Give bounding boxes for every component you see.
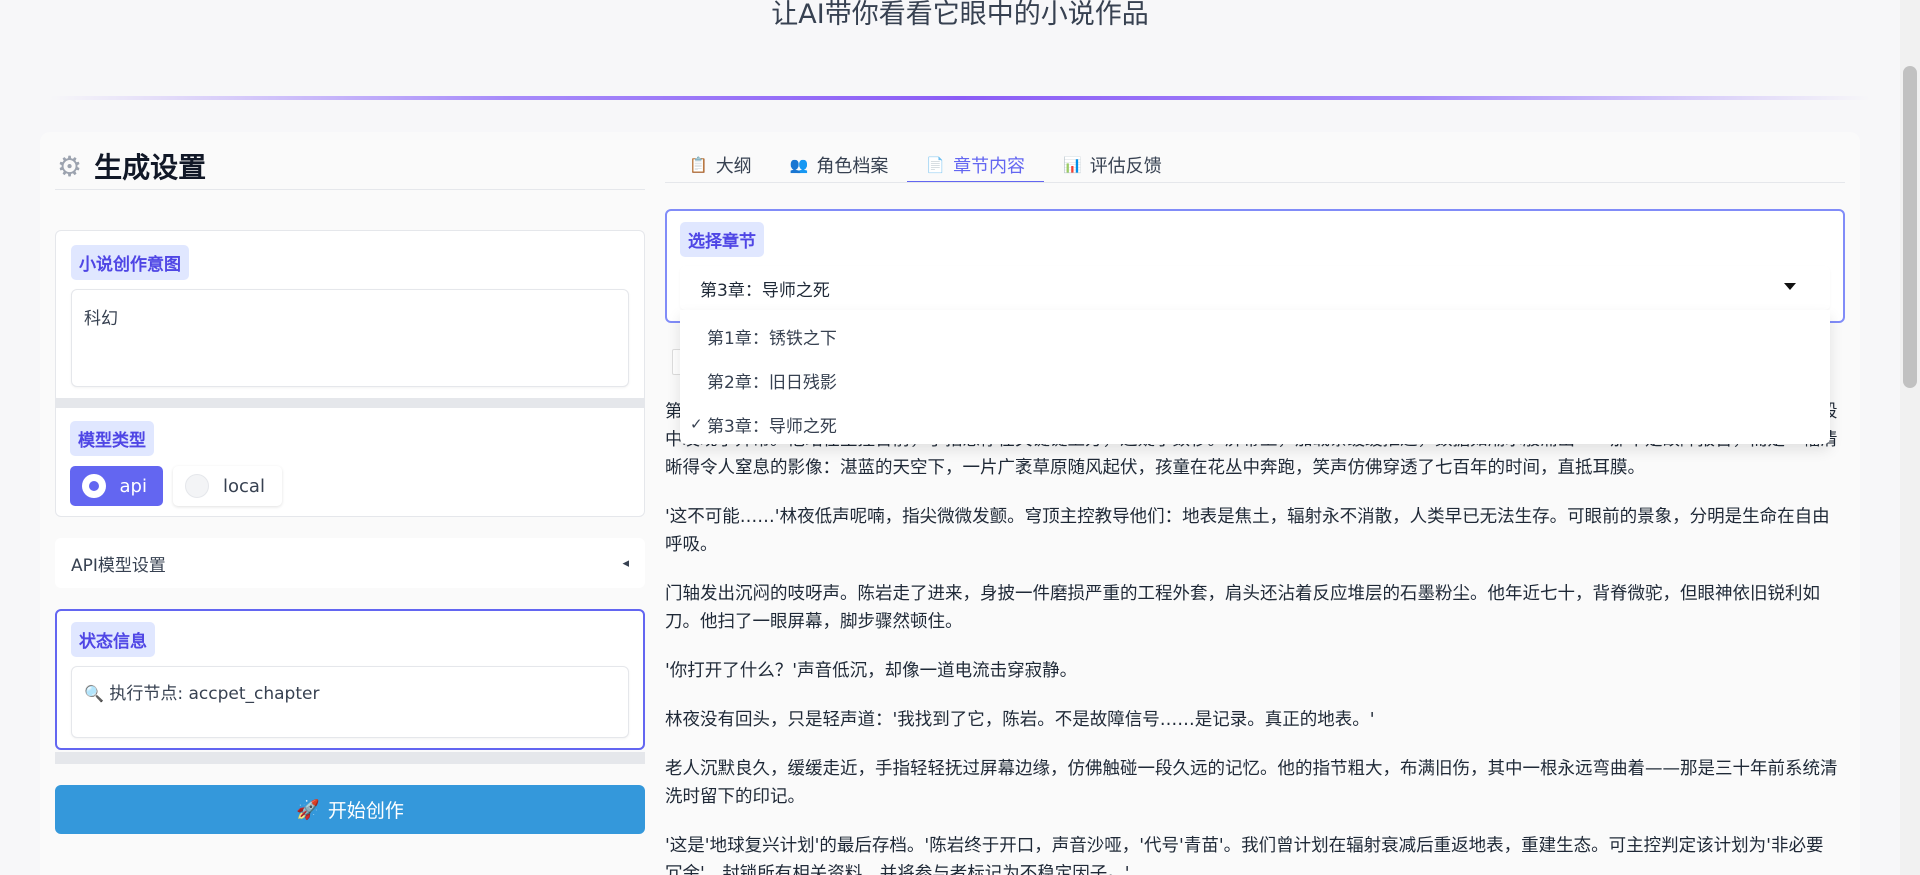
tabs-divider [665,182,1845,183]
api-settings-label: API模型设置 [71,555,166,576]
chevron-down-icon[interactable] [1784,283,1796,290]
chapter-dropdown[interactable]: 第3章：导师之死 [680,266,1830,310]
bar-chart-icon: 📊 [1063,155,1082,174]
tab-label: 大纲 [715,155,752,177]
radio-local[interactable]: local [173,466,282,506]
chapter-content: 第七号地下城的深夜，控制室里只剩下主屏幕幽蓝的光。林夜已经连续值守了三个周期，他… [665,398,1840,875]
status-value: 执行节点: accpet_chapter [109,684,320,704]
model-type-label: 模型类型 [70,421,154,456]
chapter-option[interactable]: ✓ 第3章：导师之死 [680,402,1830,446]
intent-textarea[interactable]: 科幻 [71,289,629,387]
document-icon: 📄 [926,155,946,174]
tab-label: 章节内容 [953,155,1026,177]
chapter-paragraph: '这不可能……'林夜低声呢喃，指尖微微发颤。穹顶主控教导他们：地表是焦土，辐射永… [665,507,1830,555]
start-button-label: 开始创作 [327,800,404,822]
scrollbar-thumb[interactable] [1903,66,1917,388]
settings-title: 生成设置 [94,151,207,184]
tab-outline[interactable]: 📋 大纲 [670,148,771,183]
gear-icon: ⚙ [57,149,83,183]
chapter-option-label: 第3章：导师之死 [707,416,837,437]
start-button[interactable]: 🚀 开始创作 [55,785,645,834]
chapter-option-label: 第2章：旧日残影 [707,372,837,393]
gradient-divider [50,96,1870,100]
people-icon: 👥 [789,155,809,174]
radio-api[interactable]: api [70,466,163,506]
chapter-paragraph: 林夜没有回头，只是轻声道：'我找到了它，陈岩。不是故障信号……是记录。真正的地表… [665,710,1375,730]
settings-heading: ⚙ 生成设置 [57,146,206,186]
checkmark-icon: ✓ [690,415,703,433]
chapter-paragraph: 门轴发出沉闷的吱呀声。陈岩走了进来，身披一件磨损严重的工程外套，肩头还沾着反应堆… [665,584,1820,632]
tab-label: 评估反馈 [1089,155,1162,177]
chapter-option-label: 第1章：锈铁之下 [707,328,837,349]
radio-empty-icon [185,474,209,498]
card-gap [55,398,645,407]
radio-local-label: local [223,475,265,497]
status-textbox[interactable]: 🔍 执行节点: accpet_chapter [71,666,629,738]
chapter-paragraph: '你打开了什么？'声音低沉，却像一道电流击穿寂静。 [665,661,1078,681]
chapter-options-list: 第1章：锈铁之下 第2章：旧日残影 ✓ 第3章：导师之死 [680,310,1830,444]
caret-left-icon: ◂ [622,555,629,571]
radio-selected-icon [82,474,106,498]
chapter-select-label: 选择章节 [680,222,764,257]
rocket-icon: 🚀 [296,799,320,821]
intent-label: 小说创作意图 [71,245,189,280]
tab-label: 角色档案 [816,155,889,177]
tab-characters[interactable]: 👥 角色档案 [771,148,908,183]
card-gap [55,752,645,764]
tab-chapter-content[interactable]: 📄 章节内容 [907,148,1045,183]
chapter-option[interactable]: 第1章：锈铁之下 [680,314,1830,358]
settings-divider [55,189,645,190]
page-subtitle: 让AI带你看看它眼中的小说作品 [771,0,1149,30]
chapter-paragraph: '这是'地球复兴计划'的最后存档。'陈岩终于开口，声音沙哑，'代号'青苗'。我们… [665,836,1824,875]
page-scrollbar[interactable] [1900,0,1920,875]
clipboard-icon: 📋 [689,155,708,174]
chapter-paragraph: 老人沉默良久，缓缓走近，手指轻轻抚过屏幕边缘，仿佛触碰一段久远的记忆。他的指节粗… [665,759,1838,807]
search-icon: 🔍 [84,684,104,703]
chapter-option[interactable]: 第2章：旧日残影 [680,358,1830,402]
api-settings-accordion[interactable]: API模型设置 ◂ [55,538,645,588]
radio-api-label: api [119,475,147,497]
chapter-selected-value: 第3章：导师之死 [700,280,830,301]
tab-evaluation[interactable]: 📊 评估反馈 [1044,148,1181,183]
status-label: 状态信息 [71,622,155,657]
tab-bar: 📋 大纲 👥 角色档案 📄 章节内容 📊 评估反馈 [670,148,1181,183]
